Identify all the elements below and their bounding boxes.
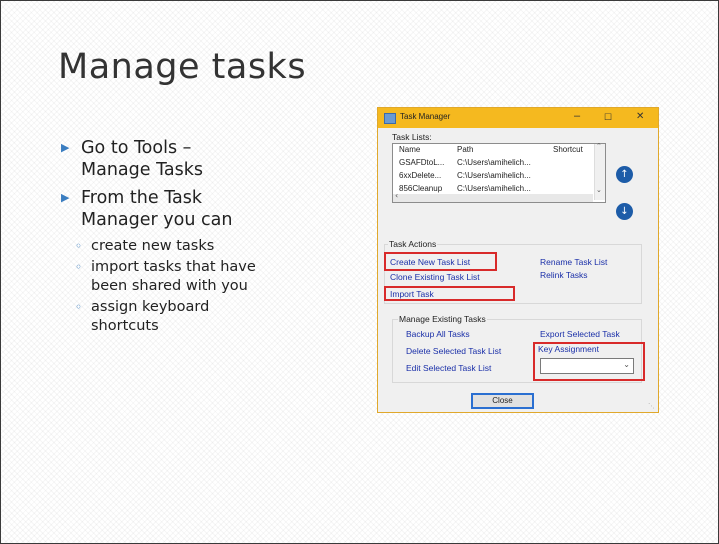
bullet-arrow-icon: ▶ [61, 141, 70, 154]
export-selected-task-link[interactable]: Export Selected Task [540, 329, 620, 339]
scroll-left-icon[interactable]: ‹ [395, 191, 398, 200]
move-up-button[interactable]: ↑ [616, 166, 633, 183]
bullet-arrow-icon: ▶ [61, 191, 70, 204]
minimize-button[interactable]: – [574, 110, 580, 122]
highlight-box [384, 252, 497, 271]
task-lists-table[interactable]: Name Path Shortcut GSAFDtoL... C:\Users\… [392, 142, 606, 203]
table-row[interactable]: 6xxDelete... C:\Users\amihelich... [393, 170, 593, 183]
app-icon [384, 113, 396, 124]
clone-existing-task-list-link[interactable]: Clone Existing Task List [390, 272, 480, 282]
bullet-item: ▶ From the Task Manager you can [61, 188, 233, 230]
backup-all-tasks-link[interactable]: Backup All Tasks [406, 329, 470, 339]
delete-selected-task-list-link[interactable]: Delete Selected Task List [406, 346, 501, 356]
scroll-down-icon[interactable]: ⌄ [596, 186, 602, 194]
sub-bullet-icon: ◦ [75, 260, 83, 274]
task-manager-window: Task Manager – ☐ ✕ Task Lists: Name Path… [377, 107, 659, 413]
rename-task-list-link[interactable]: Rename Task List [540, 257, 607, 267]
sub-bullet-item: ◦ import tasks that have been shared wit… [75, 259, 256, 294]
sub-bullet-item: ◦ assign keyboard shortcuts [75, 299, 210, 334]
relink-tasks-link[interactable]: Relink Tasks [540, 270, 588, 280]
arrow-up-icon: ↑ [620, 169, 629, 180]
bullet-list: ▶ Go to Tools – Manage Tasks ▶ From the … [61, 137, 361, 338]
sub-bullet-icon: ◦ [75, 239, 83, 253]
bullet-item: ▶ Go to Tools – Manage Tasks [61, 138, 203, 180]
table-header: Name Path Shortcut [393, 144, 593, 157]
arrow-down-icon: ↓ [620, 206, 629, 217]
move-down-button[interactable]: ↓ [616, 203, 633, 220]
close-window-button[interactable]: ✕ [636, 111, 644, 122]
window-titlebar[interactable]: Task Manager – ☐ ✕ [378, 108, 658, 128]
sub-bullet-icon: ◦ [75, 300, 83, 314]
window-title: Task Manager [400, 112, 451, 121]
scroll-up-icon[interactable]: ⌃ [596, 142, 602, 150]
task-lists-label: Task Lists: [392, 132, 432, 142]
slide-title: Manage tasks [58, 47, 307, 87]
maximize-button[interactable]: ☐ [604, 112, 612, 123]
vertical-scrollbar[interactable]: ⌃ ⌄ [594, 142, 605, 200]
highlight-box [384, 286, 515, 301]
table-row[interactable]: GSAFDtoL... C:\Users\amihelich... [393, 157, 593, 170]
sub-bullet-item: ◦ create new tasks [75, 238, 215, 254]
horizontal-scrollbar[interactable]: ‹ [393, 191, 593, 202]
resize-grip-icon[interactable]: ⋱ [648, 402, 656, 410]
manage-existing-label: Manage Existing Tasks [398, 314, 487, 324]
task-actions-label: Task Actions [388, 239, 438, 249]
highlight-box [533, 342, 645, 381]
slide: Manage tasks ▶ Go to Tools – Manage Task… [0, 0, 719, 544]
edit-selected-task-list-link[interactable]: Edit Selected Task List [406, 363, 491, 373]
close-button[interactable]: Close [471, 393, 534, 409]
